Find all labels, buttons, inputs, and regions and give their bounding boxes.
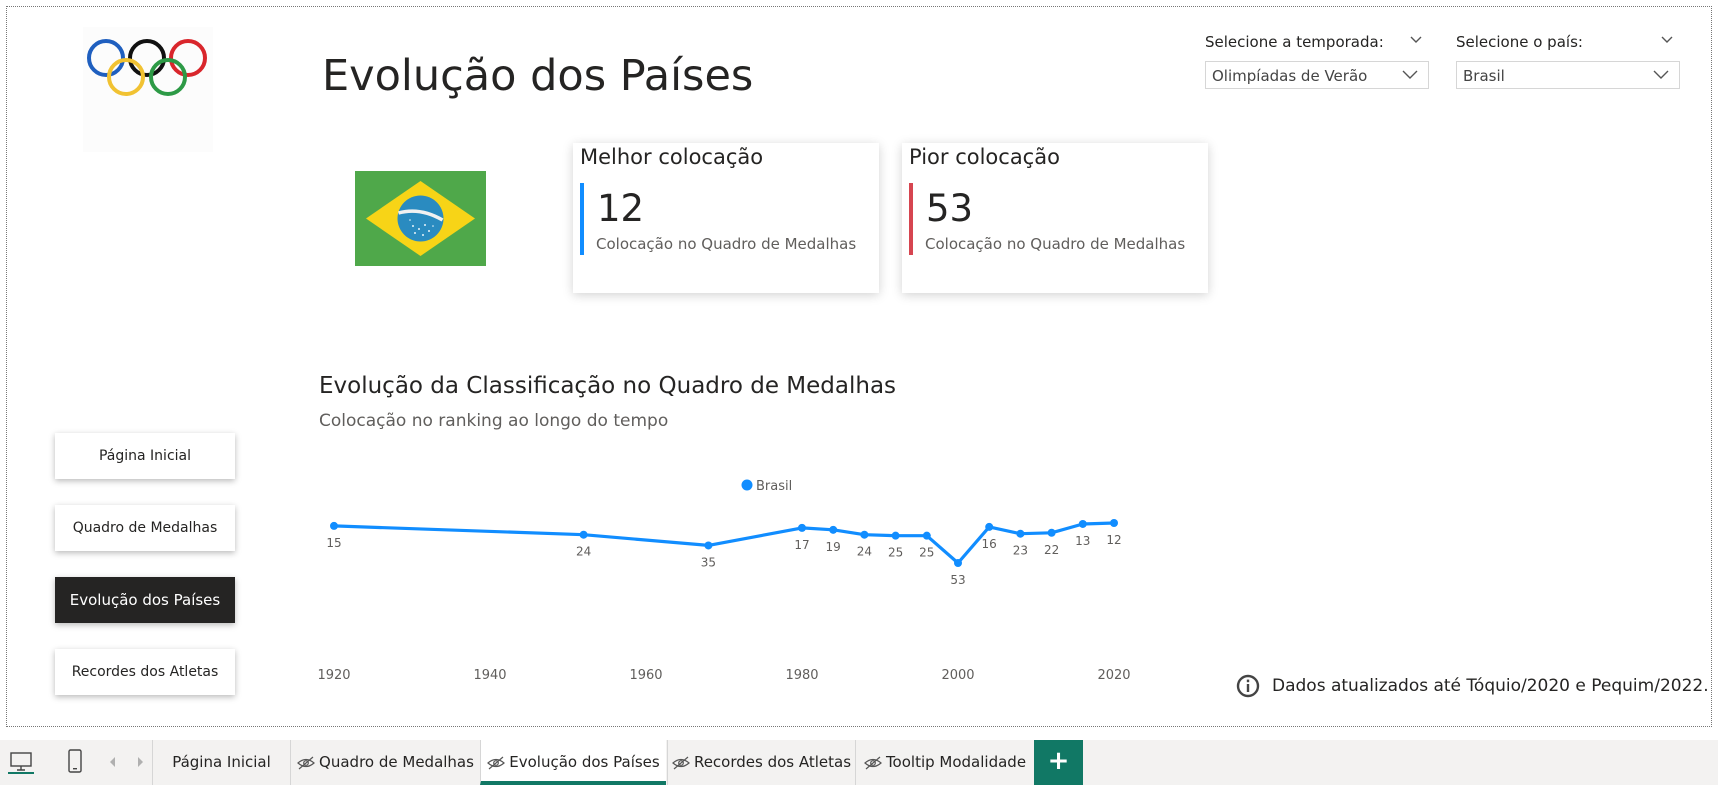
next-page-icon[interactable] — [135, 756, 145, 768]
data-point — [954, 559, 962, 567]
tab-quadro-medalhas[interactable]: Quadro de Medalhas — [290, 740, 480, 785]
data-point — [1110, 519, 1118, 527]
accent-bar — [580, 183, 584, 255]
legend-label: Brasil — [756, 479, 792, 494]
data-point — [704, 541, 713, 550]
report-canvas: Evolução dos Países Selecione a temporad… — [6, 6, 1712, 727]
hidden-page-icon — [297, 756, 315, 769]
season-dropdown[interactable]: Olimpíadas de Verão — [1205, 61, 1429, 89]
data-point — [579, 530, 588, 539]
x-tick-label: 2020 — [1097, 668, 1130, 683]
chevron-down-icon — [1653, 70, 1669, 79]
chart-subtitle: Colocação no ranking ao longo do tempo — [319, 411, 669, 431]
x-tick-label: 1920 — [317, 668, 350, 683]
data-point — [860, 530, 869, 539]
x-tick-label: 1940 — [473, 668, 506, 683]
nav-button-recordes-atletas[interactable]: Recordes dos Atletas — [55, 649, 235, 695]
country-slicer[interactable]: Selecione o país: Brasil — [1456, 27, 1680, 89]
card-title: Melhor colocação — [580, 145, 764, 169]
best-placement-card: Melhor colocação 12 Colocação no Quadro … — [573, 143, 879, 293]
season-slicer[interactable]: Selecione a temporada: Olimpíadas de Ver… — [1205, 27, 1429, 89]
data-label: 17 — [794, 538, 809, 552]
card-title: Pior colocação — [909, 145, 1060, 169]
nav-button-evolucao-paises[interactable]: Evolução dos Países — [55, 577, 235, 623]
add-page-button[interactable]: + — [1034, 740, 1083, 785]
data-update-text: Dados atualizados até Tóquio/2020 e Pequ… — [1272, 676, 1709, 696]
country-slicer-label: Selecione o país: — [1456, 33, 1583, 51]
brazil-flag-image — [355, 171, 486, 266]
data-label: 23 — [1013, 544, 1028, 558]
card-value: 12 — [597, 187, 645, 230]
tab-evolucao-paises[interactable]: Evolução dos Países — [480, 740, 666, 785]
data-point — [922, 531, 931, 540]
chevron-down-icon[interactable] — [1409, 33, 1423, 47]
season-dropdown-value: Olimpíadas de Verão — [1212, 67, 1368, 85]
mobile-view-icon[interactable] — [66, 748, 84, 776]
tab-tooltip-modalidade[interactable]: Tooltip Modalidade — [855, 740, 1034, 785]
data-label: 25 — [888, 546, 903, 560]
country-dropdown[interactable]: Brasil — [1456, 61, 1680, 89]
hidden-page-icon — [487, 756, 506, 769]
nav-button-quadro-medalhas[interactable]: Quadro de Medalhas — [55, 505, 235, 551]
card-subtitle: Colocação no Quadro de Medalhas — [925, 235, 1186, 253]
worst-placement-card: Pior colocação 53 Colocação no Quadro de… — [902, 143, 1208, 293]
chevron-down-icon[interactable] — [1660, 33, 1674, 47]
nav-button-pagina-inicial[interactable]: Página Inicial — [55, 433, 235, 479]
card-subtitle: Colocação no Quadro de Medalhas — [596, 235, 857, 253]
data-point — [1016, 529, 1025, 538]
page-tab-bar: Página Inicial Quadro de Medalhas Evoluç… — [0, 740, 1718, 785]
data-label: 24 — [857, 545, 872, 559]
data-point — [985, 522, 994, 531]
data-label: 25 — [919, 546, 934, 560]
x-tick-label: 2000 — [941, 668, 974, 683]
data-point — [891, 531, 900, 540]
series-line-brasil — [333, 521, 1115, 565]
ranking-line-chart[interactable]: Brasil 15 24 35 17 19 24 25 25 53 16 23 22 13 12 1920 19… — [307, 443, 1227, 703]
hidden-page-icon — [672, 756, 690, 769]
data-label: 13 — [1075, 534, 1090, 548]
data-point — [1047, 528, 1056, 537]
olympic-rings-logo — [83, 27, 213, 152]
x-tick-label: 1980 — [785, 668, 818, 683]
accent-bar — [909, 183, 913, 255]
legend-marker — [741, 479, 753, 491]
data-label: 53 — [950, 573, 965, 587]
data-label: 16 — [982, 537, 997, 551]
country-dropdown-value: Brasil — [1463, 67, 1505, 85]
data-point — [829, 525, 838, 534]
data-point — [330, 521, 338, 530]
data-label: 22 — [1044, 543, 1059, 557]
tab-pagina-inicial[interactable]: Página Inicial — [152, 740, 290, 785]
data-point — [798, 523, 806, 532]
chevron-down-icon — [1402, 70, 1418, 79]
data-label: 12 — [1106, 533, 1121, 547]
hidden-page-icon — [864, 756, 882, 769]
data-label: 24 — [576, 545, 591, 559]
page-title: Evolução dos Países — [322, 51, 754, 101]
previous-page-icon[interactable] — [108, 756, 118, 768]
data-label: 19 — [826, 540, 841, 554]
data-point — [1078, 519, 1087, 528]
data-update-note: Dados atualizados até Tóquio/2020 e Pequ… — [1236, 674, 1709, 698]
card-value: 53 — [926, 187, 974, 230]
data-label: 15 — [326, 536, 341, 550]
x-tick-label: 1960 — [629, 668, 662, 683]
tab-recordes-atletas[interactable]: Recordes dos Atletas — [667, 740, 855, 785]
season-slicer-label: Selecione a temporada: — [1205, 33, 1384, 51]
desktop-view-icon[interactable] — [8, 748, 34, 774]
info-icon[interactable] — [1236, 674, 1260, 698]
data-label: 35 — [701, 555, 716, 569]
chart-title: Evolução da Classificação no Quadro de M… — [319, 373, 897, 399]
